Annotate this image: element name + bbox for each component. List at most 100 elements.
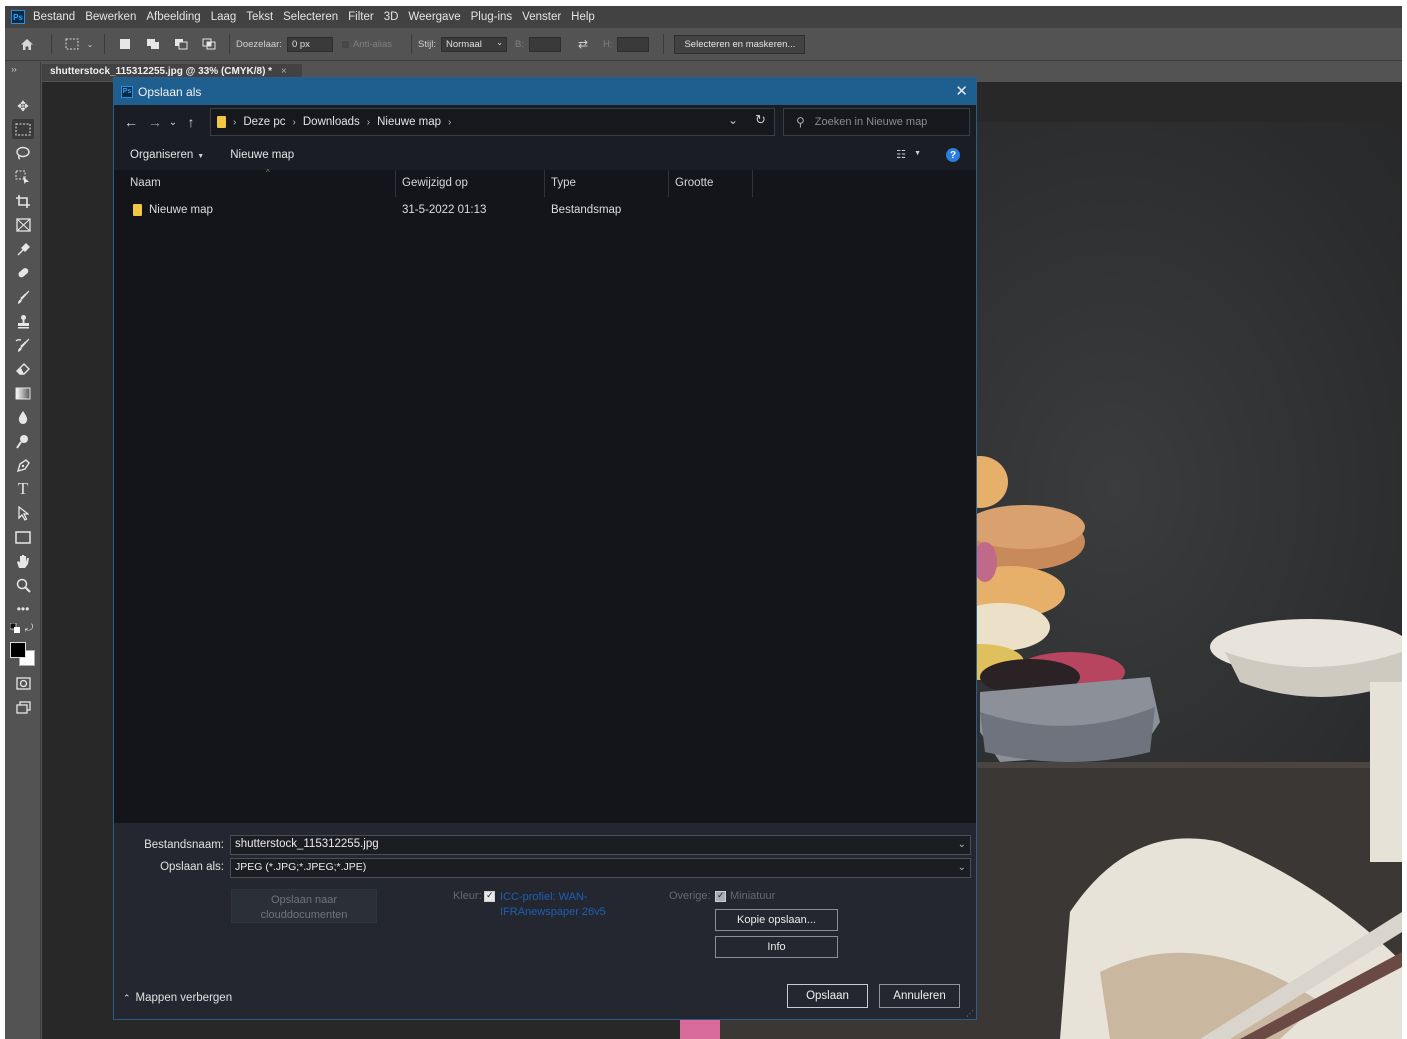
gradient-tool-icon[interactable] — [12, 383, 34, 403]
antialias-checkbox[interactable] — [340, 39, 350, 49]
column-header-type[interactable]: Type — [545, 170, 669, 197]
menu-3d[interactable]: 3D — [384, 11, 399, 23]
lasso-tool-icon[interactable] — [12, 143, 34, 163]
column-header-size[interactable]: Grootte — [669, 170, 753, 197]
refresh-icon[interactable]: ↻ — [755, 112, 766, 128]
column-header-name[interactable]: Naam ^ — [124, 168, 396, 197]
search-input[interactable]: ⚲ Zoeken in Nieuwe map — [783, 108, 970, 136]
dialog-titlebar[interactable]: Ps Opslaan als ✕ — [114, 78, 976, 105]
save-copy-button[interactable]: Kopie opslaan... — [715, 909, 838, 931]
healing-brush-tool-icon[interactable] — [12, 263, 34, 283]
view-options-icon[interactable]: ☷ — [896, 148, 906, 161]
subtract-from-selection-icon[interactable] — [173, 38, 189, 50]
path-selection-tool-icon[interactable] — [12, 503, 34, 523]
rectangular-marquee-preset-icon[interactable] — [64, 38, 80, 50]
style-select[interactable]: Normaal ⌄ — [440, 36, 507, 52]
caret-down-icon[interactable]: ▼ — [914, 150, 921, 157]
type-tool-icon[interactable]: T — [12, 479, 34, 499]
help-icon[interactable]: ? — [946, 148, 960, 162]
info-button[interactable]: Info — [715, 936, 838, 958]
add-to-selection-icon[interactable] — [145, 38, 161, 50]
swap-icon[interactable]: ⇄ — [575, 37, 591, 51]
menu-filter[interactable]: Filter — [348, 11, 374, 23]
filename-input[interactable]: shutterstock_115312255.jpg ⌄ — [230, 835, 971, 855]
command-bar: Organiseren ▼ Nieuwe map ☷ ▼ ? — [114, 140, 976, 170]
menu-laag[interactable]: Laag — [211, 11, 237, 23]
hide-folders-toggle[interactable]: ⌃ Mappen verbergen — [123, 992, 232, 1004]
breadcrumb-nieuwe-map[interactable]: Nieuwe map — [377, 116, 441, 128]
new-selection-icon[interactable] — [117, 39, 133, 49]
feather-input[interactable]: 0 px — [286, 36, 333, 52]
swap-colors-icon[interactable]: ⤾ — [23, 622, 35, 634]
intersect-selection-icon[interactable] — [201, 38, 217, 50]
save-button[interactable]: Opslaan — [787, 984, 868, 1008]
address-bar[interactable]: › Deze pc › Downloads › Nieuwe map › ⌄ ↻ — [210, 108, 775, 136]
menu-selecteren[interactable]: Selecteren — [283, 11, 338, 23]
menu-bewerken[interactable]: Bewerken — [85, 11, 136, 23]
menu-help[interactable]: Help — [571, 11, 595, 23]
crop-tool-icon[interactable] — [12, 191, 34, 211]
menu-venster[interactable]: Venster — [522, 11, 561, 23]
save-to-cloud-button[interactable]: Opslaan naar clouddocumenten — [231, 889, 377, 923]
eyedropper-tool-icon[interactable] — [12, 239, 34, 259]
back-arrow-icon[interactable]: ← — [120, 114, 142, 130]
menu-afbeelding[interactable]: Afbeelding — [146, 11, 200, 23]
move-tool-icon[interactable]: ✥ — [12, 96, 34, 116]
breadcrumb-separator-icon[interactable]: › — [293, 117, 296, 128]
brush-tool-icon[interactable] — [12, 287, 34, 307]
quick-mask-icon[interactable] — [12, 673, 34, 693]
eraser-tool-icon[interactable] — [12, 359, 34, 379]
breadcrumb-separator-icon[interactable]: › — [448, 117, 451, 128]
default-colors-icon[interactable] — [9, 622, 21, 634]
hand-tool-icon[interactable] — [12, 551, 34, 571]
menu-tekst[interactable]: Tekst — [246, 11, 273, 23]
frame-tool-icon[interactable] — [12, 215, 34, 235]
chevron-down-icon[interactable]: ⌄ — [958, 862, 966, 873]
zoom-tool-icon[interactable] — [12, 575, 34, 595]
collapse-panel-icon[interactable]: ›› — [8, 64, 20, 74]
saveas-select[interactable]: JPEG (*.JPG;*.JPEG;*.JPE) ⌄ — [230, 858, 971, 878]
menu-plugins[interactable]: Plug-ins — [471, 11, 513, 23]
chevron-down-icon[interactable]: ⌄ — [86, 40, 94, 49]
history-brush-tool-icon[interactable] — [12, 335, 34, 355]
home-icon[interactable] — [19, 38, 35, 51]
blur-tool-icon[interactable] — [12, 407, 34, 427]
menu-weergave[interactable]: Weergave — [408, 11, 460, 23]
foreground-color-swatch[interactable] — [10, 642, 26, 658]
height-input[interactable] — [617, 36, 650, 52]
breadcrumb-separator-icon[interactable]: › — [367, 117, 370, 128]
clone-stamp-tool-icon[interactable] — [12, 311, 34, 331]
file-type: Bestandsmap — [551, 204, 622, 216]
close-icon[interactable]: × — [281, 66, 287, 77]
breadcrumb-downloads[interactable]: Downloads — [303, 116, 360, 128]
select-and-mask-button[interactable]: Selecteren en maskeren... — [674, 34, 806, 54]
cancel-button[interactable]: Annuleren — [879, 984, 960, 1008]
column-header-modified[interactable]: Gewijzigd op — [396, 170, 545, 197]
thumbnail-checkbox[interactable] — [715, 890, 726, 902]
breadcrumb-deze-pc[interactable]: Deze pc — [243, 116, 285, 128]
object-selection-tool-icon[interactable] — [12, 167, 34, 187]
pen-tool-icon[interactable] — [12, 455, 34, 475]
list-item[interactable]: Nieuwe map 31-5-2022 01:13 Bestandsmap — [114, 200, 976, 222]
organize-button[interactable]: Organiseren ▼ — [130, 149, 204, 161]
new-folder-button[interactable]: Nieuwe map — [230, 149, 294, 161]
forward-arrow-icon[interactable]: → — [144, 114, 166, 130]
file-list[interactable]: Naam ^ Gewijzigd op Type Grootte Nieuwe … — [114, 168, 976, 823]
screen-mode-icon[interactable] — [12, 697, 34, 717]
chevron-down-icon[interactable]: ⌄ — [728, 113, 738, 127]
chevron-down-icon[interactable]: ⌄ — [958, 839, 966, 850]
close-icon[interactable]: ✕ — [955, 82, 968, 100]
width-input[interactable] — [528, 36, 561, 52]
recent-locations-chevron-icon[interactable]: ⌄ — [168, 117, 178, 128]
antialias-label: Anti-alias — [352, 38, 393, 50]
up-arrow-icon[interactable]: ↑ — [180, 114, 202, 130]
photoshop-logo-icon: Ps — [11, 10, 25, 24]
dodge-tool-icon[interactable] — [12, 431, 34, 451]
more-tools-icon[interactable]: ••• — [12, 599, 34, 619]
breadcrumb-separator-icon[interactable]: › — [233, 117, 236, 128]
resize-grip-icon[interactable]: ⋰ — [966, 1009, 974, 1018]
marquee-tool-icon[interactable] — [12, 119, 34, 139]
icc-profile-checkbox[interactable] — [484, 890, 495, 902]
menu-bestand[interactable]: Bestand — [33, 11, 75, 23]
rectangle-tool-icon[interactable] — [12, 527, 34, 547]
